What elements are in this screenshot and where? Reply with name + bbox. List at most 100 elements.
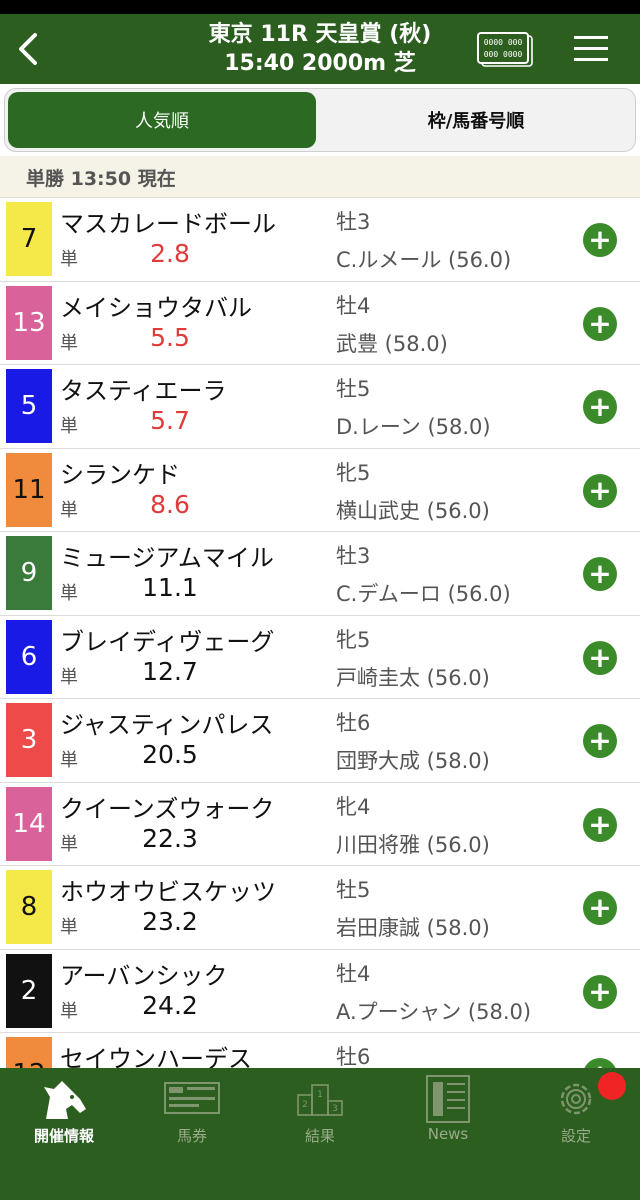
odds-timestamp-header: 単勝 13:50 現在 [0, 156, 640, 198]
ticket-icon [162, 1074, 222, 1124]
add-to-ticket-button[interactable]: + [583, 724, 617, 758]
win-odds: 5.7 [150, 406, 190, 435]
horse-name: クイーンズウォーク [60, 794, 275, 823]
horse-row[interactable]: 6 ブレイディヴェーグ単 12.7 牝5 戸崎圭太 (56.0) + [0, 615, 640, 699]
horse-number-badge: 12 [6, 1037, 52, 1068]
horse-list[interactable]: 7 マスカレードボール単 2.8 牡3 C.ルメール (56.0) +13 メイショウタバル… [0, 198, 640, 1068]
jockey-weight: A.プーシャン (58.0) [336, 999, 532, 1024]
jockey-weight: 戸崎圭太 (56.0) [336, 665, 490, 690]
jockey-weight: D.レーン (58.0) [336, 415, 491, 439]
tab-results[interactable]: 1 2 3 結果 [256, 1068, 384, 1160]
add-to-ticket-button[interactable]: + [583, 306, 617, 341]
horse-row[interactable]: 8 ホウオウビスケッツ単 23.2 牡5 岩田康誠 (58.0) + [0, 866, 640, 950]
win-odds: 23.2 [142, 907, 198, 936]
gear-icon [546, 1074, 606, 1124]
win-odds: 20.5 [142, 740, 198, 769]
horse-name: ブレイディヴェーグ [60, 627, 275, 656]
horse-name: ホウオウビスケッツ [60, 878, 276, 906]
race-info: 15:40 2000m 芝 [224, 51, 416, 76]
sex-age: 牡5 [336, 377, 371, 401]
plus-icon: + [588, 640, 612, 674]
bottom-tab-bar: 開催情報 馬券 1 2 3 結果 News 設定 [0, 1068, 640, 1200]
horse-name: セイウンハーデス [60, 1045, 252, 1068]
back-button[interactable] [8, 26, 48, 72]
menu-button[interactable] [572, 32, 612, 66]
add-to-ticket-button[interactable]: + [583, 891, 617, 925]
header-bar: 東京 11R 天皇賞 (秋) 15:40 2000m 芝 0000 000 00… [0, 14, 640, 84]
jockey-weight: 団野大成 (58.0) [336, 749, 490, 773]
hamburger-menu-icon [574, 36, 608, 61]
horse-name: タスティエーラ [60, 377, 227, 405]
add-to-ticket-button[interactable]: + [583, 557, 617, 591]
plus-icon: + [588, 1061, 611, 1069]
horse-row[interactable]: 3 ジャスティンパレス単 20.5 牡6 団野大成 (58.0) + [0, 699, 640, 783]
horse-number-badge: 9 [6, 536, 52, 610]
horse-row[interactable]: 9 ミュージアムマイル単 11.1 牡3 C.デムーロ (56.0) + [0, 532, 640, 616]
win-bet-label: 単 [60, 583, 78, 604]
sex-age: 牡4 [336, 293, 371, 318]
horse-row[interactable]: 12セイウンハーデス単牡6+ [0, 1033, 640, 1068]
horse-number-badge: 7 [6, 202, 52, 276]
add-to-ticket-button[interactable]: + [583, 223, 617, 257]
jockey-weight: 岩田康誠 (58.0) [336, 916, 490, 940]
horse-row[interactable]: 14 クイーンズウォーク単 22.3 牝4 川田将雅 (56.0) + [0, 782, 640, 866]
add-to-ticket-button[interactable]: + [583, 974, 617, 1009]
add-to-ticket-button[interactable]: + [583, 807, 617, 842]
sex-age: 牡3 [336, 210, 371, 234]
svg-text:000 0000: 000 0000 [484, 50, 523, 59]
horse-name: ミュージアムマイル [60, 544, 274, 572]
win-bet-label: 単 [60, 249, 78, 270]
win-bet-label: 単 [60, 833, 78, 855]
jockey-weight: 川田将雅 (56.0) [336, 832, 490, 857]
notification-badge [598, 1072, 626, 1100]
add-to-ticket-button[interactable]: + [583, 1058, 617, 1068]
win-bet-label: 単 [60, 917, 78, 938]
win-bet-label: 単 [60, 750, 78, 771]
podium-icon: 1 2 3 [290, 1074, 350, 1124]
win-odds: 2.8 [150, 239, 190, 268]
horse-head-icon [34, 1074, 94, 1124]
horse-row[interactable]: 11 シランケド単 8.6 牝5 横山武史 (56.0) + [0, 448, 640, 532]
plus-icon: + [588, 390, 612, 423]
horse-number-badge: 8 [6, 870, 52, 944]
horse-number-badge: 14 [6, 786, 52, 861]
win-bet-label: 単 [60, 332, 78, 354]
win-odds: 5.5 [150, 322, 190, 352]
jockey-weight: 横山武史 (56.0) [336, 498, 490, 523]
odds-board-button[interactable]: 0000 000 000 0000 [476, 30, 536, 70]
tab-post-position[interactable]: 枠/馬番号順 [321, 92, 631, 148]
horse-name: マスカレードボール [60, 210, 276, 238]
win-odds: 12.7 [142, 656, 198, 686]
plus-icon: + [588, 891, 612, 924]
svg-text:1: 1 [317, 1090, 323, 1100]
win-bet-label: 単 [60, 1000, 78, 1022]
tab-betting[interactable]: 馬券 [128, 1068, 256, 1160]
jockey-weight: C.ルメール (56.0) [336, 248, 512, 272]
tab-popularity[interactable]: 人気順 [8, 92, 316, 148]
plus-icon: + [588, 306, 612, 340]
race-title: 東京 11R 天皇賞 (秋) [208, 22, 432, 47]
win-odds: 24.2 [142, 990, 198, 1020]
win-bet-label: 単 [60, 416, 78, 437]
horse-row[interactable]: 5 タスティエーラ単 5.7 牡5 D.レーン (58.0) + [0, 365, 640, 449]
plus-icon: + [588, 724, 612, 757]
horse-row[interactable]: 13 メイショウタバル単 5.5 牡4 武豊 (58.0) + [0, 281, 640, 365]
tab-news[interactable]: News [384, 1068, 512, 1160]
sort-segmented-control: 人気順 枠/馬番号順 [4, 88, 636, 152]
add-to-ticket-button[interactable]: + [583, 473, 617, 508]
add-to-ticket-button[interactable]: + [583, 640, 617, 675]
odds-board-icon: 0000 000 000 0000 [477, 32, 533, 67]
sex-age: 牡3 [336, 544, 371, 568]
win-odds: 11.1 [142, 573, 198, 602]
add-to-ticket-button[interactable]: + [583, 390, 617, 424]
odds-board-text: 0000 000 [484, 38, 523, 47]
sex-age: 牡6 [336, 1045, 371, 1068]
tab-race-info[interactable]: 開催情報 [0, 1068, 128, 1160]
jockey-weight: 武豊 (58.0) [336, 331, 448, 356]
horse-row[interactable]: 2 アーバンシック単 24.2 牡4 A.プーシャン (58.0) + [0, 949, 640, 1033]
horse-row[interactable]: 7 マスカレードボール単 2.8 牡3 C.ルメール (56.0) + [0, 198, 640, 282]
horse-number-badge: 13 [6, 285, 52, 360]
status-bar [0, 0, 640, 14]
sex-age: 牡5 [336, 878, 371, 902]
odds-timestamp-label: 単勝 13:50 現在 [26, 168, 176, 190]
